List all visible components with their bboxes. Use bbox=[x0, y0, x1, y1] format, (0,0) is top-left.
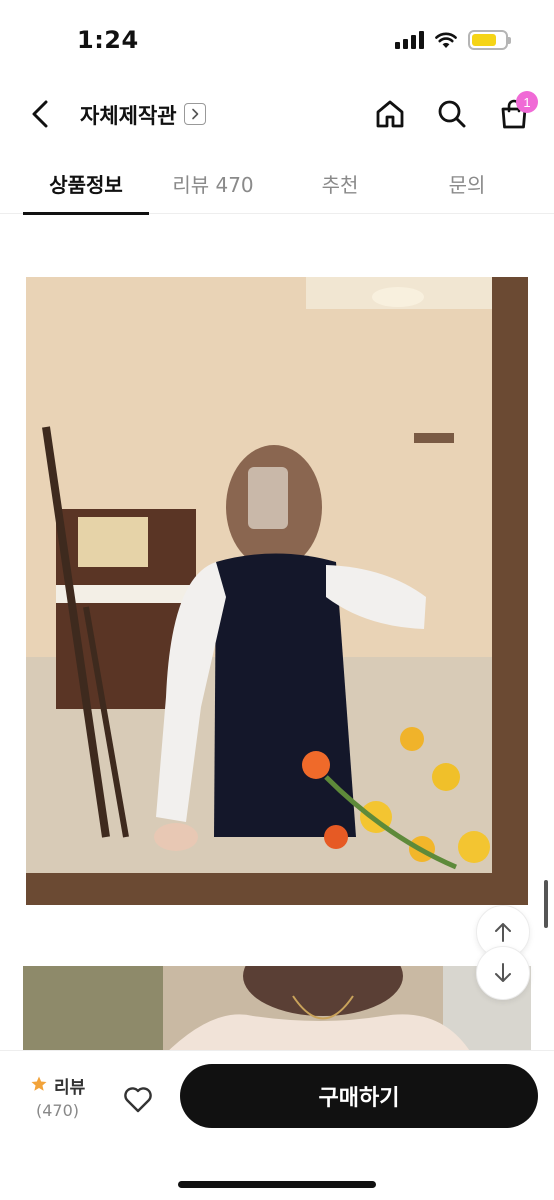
scroll-to-bottom-button[interactable] bbox=[476, 946, 530, 1000]
star-icon bbox=[31, 1076, 47, 1091]
tab-reviews[interactable]: 리뷰 470 bbox=[150, 152, 276, 214]
product-image-main bbox=[26, 277, 528, 905]
scrollbar[interactable] bbox=[544, 880, 548, 928]
battery-icon bbox=[468, 30, 511, 50]
header: 자체제작관 1 bbox=[0, 84, 554, 148]
review-label: 리뷰 bbox=[54, 1078, 86, 1098]
tab-recommend[interactable]: 추천 bbox=[277, 152, 403, 214]
arrow-up-icon bbox=[495, 923, 511, 942]
wifi-icon bbox=[435, 32, 457, 48]
tab-inquiry[interactable]: 문의 bbox=[404, 152, 530, 214]
back-arrow-icon bbox=[32, 100, 48, 128]
product-tabs: 상품정보 리뷰 470 추천 문의 bbox=[0, 152, 554, 215]
shop-name[interactable]: 자체제작관 bbox=[80, 100, 177, 130]
status-icons bbox=[395, 30, 511, 50]
search-button[interactable] bbox=[432, 94, 472, 134]
home-indicator bbox=[178, 1181, 376, 1188]
tab-product-info[interactable]: 상품정보 bbox=[23, 152, 149, 215]
arrow-down-icon bbox=[495, 963, 511, 982]
back-button[interactable] bbox=[22, 94, 58, 134]
heart-icon bbox=[124, 1087, 152, 1113]
wishlist-button[interactable] bbox=[118, 1079, 158, 1119]
home-button[interactable] bbox=[370, 94, 410, 134]
buy-button[interactable]: 구매하기 bbox=[180, 1064, 538, 1128]
review-summary[interactable]: 리뷰 (470) bbox=[28, 1071, 98, 1131]
review-count: (470) bbox=[36, 1101, 80, 1120]
bottom-action-bar: 리뷰 (470) 구매하기 bbox=[0, 1050, 554, 1200]
signal-icon bbox=[395, 31, 424, 49]
search-icon bbox=[438, 100, 466, 128]
product-image-second bbox=[23, 966, 531, 1056]
chevron-right-icon bbox=[192, 108, 199, 120]
cart-badge: 1 bbox=[516, 91, 538, 113]
cart-button[interactable]: 1 bbox=[494, 91, 538, 134]
status-time: 1:24 bbox=[77, 26, 139, 54]
shop-link-button[interactable] bbox=[184, 103, 206, 125]
status-bar: 1:24 bbox=[0, 0, 554, 84]
home-icon bbox=[376, 100, 404, 128]
